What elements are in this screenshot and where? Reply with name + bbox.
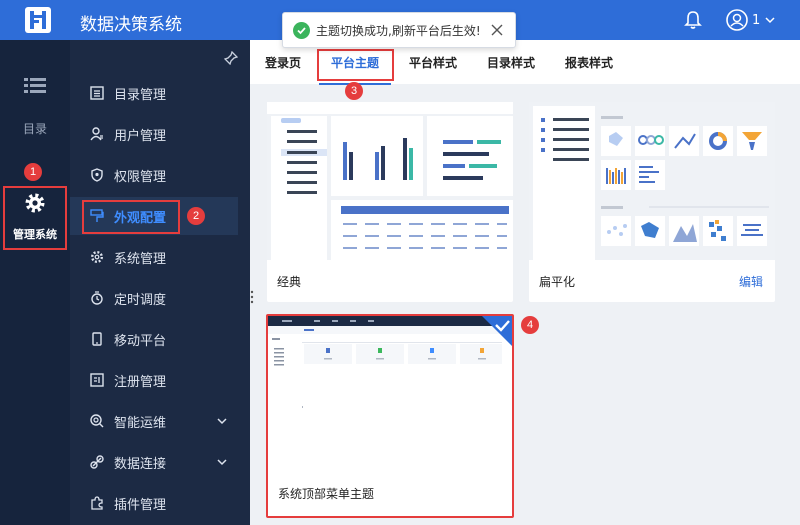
- theme-preview: [267, 102, 513, 260]
- sidebar-item-users[interactable]: 用户管理: [70, 115, 238, 153]
- sidebar-item-appearance[interactable]: 外观配置: [70, 197, 238, 235]
- highlight-box: [317, 49, 394, 81]
- sidebar-item-label: 数据连接: [114, 456, 167, 472]
- user-menu[interactable]: 1: [726, 9, 776, 31]
- close-icon[interactable]: [491, 24, 503, 36]
- tab-catalog-style[interactable]: 目录样式: [487, 54, 535, 71]
- gear-icon: [25, 193, 45, 213]
- classic-preview-image: [267, 102, 513, 260]
- step-marker-3: 3: [345, 82, 363, 100]
- sidebar-item-plugins[interactable]: 插件管理: [70, 484, 238, 522]
- chevron-down-icon: [217, 418, 227, 425]
- sidebar-item-label: 注册管理: [114, 374, 167, 390]
- resize-handle-icon[interactable]: [250, 290, 254, 304]
- sidebar-item-label: 外观配置: [114, 210, 167, 226]
- sidebar-item-mobile[interactable]: 移动平台: [70, 320, 238, 358]
- step-marker-1: 1: [24, 163, 42, 181]
- avatar-icon: [726, 9, 748, 31]
- nav-catalog-label[interactable]: 目录: [0, 120, 70, 137]
- app-logo-icon: [25, 7, 51, 33]
- sidebar-item-label: 权限管理: [114, 169, 167, 185]
- flat-preview-image: [529, 102, 775, 260]
- mobile-icon: [92, 332, 102, 346]
- theme-name: 扁平化: [539, 275, 576, 289]
- sidebar-item-label: 定时调度: [114, 292, 167, 308]
- chevron-down-icon: [765, 17, 775, 24]
- paint-icon: [90, 209, 104, 222]
- timer-icon: [91, 291, 103, 305]
- selected-check-icon: [482, 316, 512, 346]
- nav-management-label: 管理系统: [13, 228, 57, 241]
- step-marker-4: 4: [521, 316, 539, 334]
- nav-management-system[interactable]: 管理系统: [3, 186, 67, 250]
- chevron-down-icon: [217, 459, 227, 466]
- tab-platform-style[interactable]: 平台样式: [409, 54, 457, 71]
- sidebar-item-label: 用户管理: [114, 128, 167, 144]
- sidebar-item-label: 智能运维: [114, 415, 167, 431]
- theme-card-flat[interactable]: 扁平化 编辑: [529, 102, 775, 302]
- step-marker-2: 2: [187, 207, 205, 225]
- sidebar-item-catalog[interactable]: 目录管理: [70, 74, 238, 112]
- theme-preview: [268, 316, 512, 476]
- catalog-icon: [90, 86, 104, 100]
- sidebar-item-registration[interactable]: 注册管理: [70, 361, 238, 399]
- toast-message: 主题切换成功,刷新平台后生效!: [316, 23, 481, 38]
- theme-name: 经典: [277, 275, 302, 289]
- main-content: 登录页 平台主题 平台样式 目录样式 报表样式 经典 扁平化 编辑 系统顶部菜单…: [250, 40, 800, 525]
- list-icon[interactable]: [24, 77, 46, 95]
- user-icon: [90, 127, 103, 141]
- shield-icon: [91, 168, 103, 182]
- sidebar-item-smart-ops[interactable]: 智能运维: [70, 402, 238, 440]
- sidebar-item-permissions[interactable]: 权限管理: [70, 156, 238, 194]
- ops-icon: [90, 414, 104, 428]
- user-name: 1: [752, 12, 761, 28]
- check-circle-icon: [293, 21, 310, 39]
- edit-theme-link[interactable]: 编辑: [739, 273, 763, 290]
- link-icon: [90, 455, 104, 469]
- sidebar-item-label: 系统管理: [114, 251, 167, 267]
- theme-card-top-menu[interactable]: 系统顶部菜单主题: [266, 314, 514, 518]
- top-menu-preview-image: [268, 316, 512, 476]
- bell-icon[interactable]: [684, 10, 702, 30]
- register-icon: [90, 373, 104, 387]
- theme-card-classic[interactable]: 经典: [267, 102, 513, 302]
- sidebar-item-scheduling[interactable]: 定时调度: [70, 279, 238, 317]
- sidebar-item-label: 插件管理: [114, 497, 167, 513]
- plugin-icon: [91, 496, 103, 510]
- tab-report-style[interactable]: 报表样式: [565, 54, 613, 71]
- sidebar-item-data-connection[interactable]: 数据连接: [70, 443, 238, 481]
- theme-name: 系统顶部菜单主题: [278, 487, 375, 501]
- theme-preview: [529, 102, 775, 260]
- sidebar-item-system[interactable]: 系统管理: [70, 238, 238, 276]
- pin-icon[interactable]: [224, 51, 238, 65]
- app-title: 数据决策系统: [80, 15, 182, 35]
- sidebar: 目录管理 用户管理 权限管理 外观配置 系统管理 定时调度 移动平台 注册管理 …: [70, 40, 250, 525]
- primary-nav: 目录 管理系统: [0, 40, 70, 525]
- success-toast: 主题切换成功,刷新平台后生效!: [282, 12, 516, 48]
- tab-login-page[interactable]: 登录页: [265, 54, 301, 71]
- gear-icon: [90, 250, 104, 264]
- sidebar-item-label: 移动平台: [114, 333, 167, 349]
- sidebar-item-label: 目录管理: [114, 87, 167, 103]
